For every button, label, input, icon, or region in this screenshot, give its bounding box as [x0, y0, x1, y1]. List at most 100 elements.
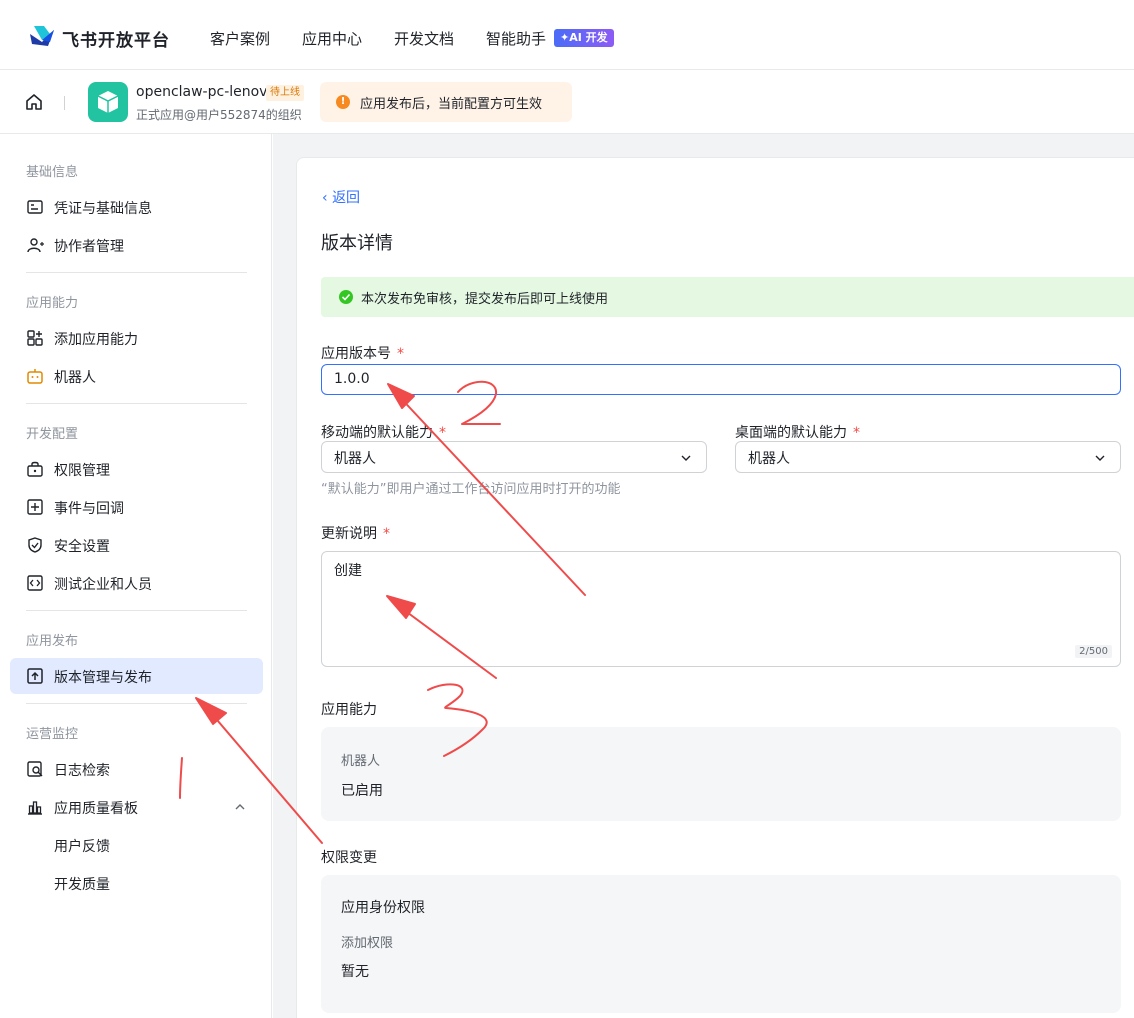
sidebar-section-publish: 应用发布	[26, 634, 79, 649]
sidebar-divider	[26, 703, 247, 704]
code-icon	[27, 575, 43, 591]
sidebar-item-user-feedback[interactable]: 用户反馈	[54, 836, 110, 856]
sidebar-item-label: 测试企业和人员	[54, 577, 152, 593]
sidebar-item-robot[interactable]: 机器人	[10, 358, 263, 394]
user-add-icon	[27, 238, 44, 253]
upload-icon	[27, 668, 43, 684]
mobile-default-select[interactable]: 机器人	[321, 441, 707, 473]
warning-icon: !	[336, 95, 350, 109]
permission-section-title: 权限变更	[321, 850, 377, 866]
desktop-select-value: 机器人	[748, 451, 790, 467]
app-avatar	[88, 82, 128, 122]
notice-text: 应用发布后，当前配置方可生效	[360, 97, 543, 112]
sidebar-item-permissions[interactable]: 权限管理	[10, 451, 263, 487]
sidebar-section-capability: 应用能力	[26, 296, 79, 311]
app-name: openclaw-pc-lenovo	[136, 84, 277, 100]
sidebar-item-version-publish[interactable]: 版本管理与发布	[10, 658, 263, 694]
nav-customer-cases[interactable]: 客户案例	[210, 28, 270, 49]
version-label: 应用版本号 *	[321, 346, 404, 362]
capability-section-title: 应用能力	[321, 702, 377, 718]
page-title: 版本详情	[321, 233, 393, 254]
sidebar-item-quality-board[interactable]: 应用质量看板	[10, 789, 263, 825]
nav-smart-assistant[interactable]: 智能助手	[486, 28, 546, 49]
back-link[interactable]: ‹ 返回	[322, 187, 360, 207]
chevron-up-icon[interactable]	[234, 801, 246, 813]
sidebar-item-label: 事件与回调	[54, 501, 124, 517]
mobile-select-value: 机器人	[334, 451, 376, 467]
sidebar-section-dev-config: 开发配置	[26, 427, 79, 442]
sidebar-item-label: 协作者管理	[54, 239, 124, 255]
sidebar-item-label: 应用质量看板	[54, 801, 138, 817]
permission-add-label: 添加权限	[341, 936, 394, 951]
success-text: 本次发布免审核，提交发布后即可上线使用	[361, 292, 609, 307]
home-icon[interactable]	[24, 92, 44, 112]
nav-dev-docs[interactable]: 开发文档	[394, 28, 454, 49]
bar-chart-icon	[28, 801, 42, 815]
top-navbar: 飞书开放平台 客户案例 应用中心 开发文档 智能助手 ✦AI 开发	[0, 0, 1134, 70]
status-badge: 待上线	[266, 85, 304, 101]
grid-add-icon	[27, 330, 43, 346]
sidebar-section-basic: 基础信息	[26, 165, 79, 180]
check-circle-icon	[339, 290, 353, 304]
sidebar-item-label: 添加应用能力	[54, 332, 138, 348]
required-mark: *	[853, 425, 860, 441]
lock-icon	[27, 461, 43, 477]
platform-logo-text[interactable]: 飞书开放平台	[62, 26, 170, 51]
event-icon	[27, 499, 43, 515]
sidebar-item-dev-quality[interactable]: 开发质量	[54, 874, 110, 894]
publish-notice: ! 应用发布后，当前配置方可生效	[320, 82, 572, 122]
permission-section-name: 应用身份权限	[341, 900, 425, 916]
permission-box: 应用身份权限 添加权限 暂无	[321, 875, 1121, 1013]
required-mark: *	[439, 425, 446, 441]
sidebar-item-add-capability[interactable]: 添加应用能力	[10, 320, 263, 356]
required-mark: *	[397, 346, 404, 362]
version-input-value: 1.0.0	[334, 371, 370, 387]
required-mark: *	[383, 526, 390, 542]
chevron-down-icon	[681, 455, 691, 461]
app-org: 正式应用@用户552874的组织	[136, 108, 302, 122]
desktop-default-label: 桌面端的默认能力 *	[735, 425, 860, 441]
sidebar-item-log-search[interactable]: 日志检索	[10, 751, 263, 787]
capability-name: 机器人	[341, 754, 381, 769]
log-search-icon	[27, 761, 43, 777]
release-notes-value: 创建	[334, 563, 362, 579]
capability-status: 已启用	[341, 783, 383, 799]
default-capability-hint: “默认能力”即用户通过工作台访问应用时打开的功能	[321, 482, 621, 497]
sidebar-divider	[26, 272, 247, 273]
sidebar-item-label: 机器人	[54, 370, 96, 386]
app-header: openclaw-pc-lenovo 待上线 正式应用@用户552874的组织 …	[0, 70, 1134, 134]
nav-app-center[interactable]: 应用中心	[302, 28, 362, 49]
sidebar: 基础信息 凭证与基础信息 协作者管理 应用能力 添加应用能力 机器人 开发配置 …	[0, 134, 272, 1018]
permission-none: 暂无	[341, 964, 369, 980]
sidebar-item-collaborators[interactable]: 协作者管理	[10, 227, 263, 263]
sidebar-item-label: 版本管理与发布	[54, 670, 152, 686]
sidebar-item-security[interactable]: 安全设置	[10, 527, 263, 563]
notes-label: 更新说明 *	[321, 526, 390, 542]
sidebar-item-credentials[interactable]: 凭证与基础信息	[10, 189, 263, 225]
capability-box: 机器人 已启用	[321, 727, 1121, 821]
robot-icon	[27, 369, 43, 384]
ai-dev-badge[interactable]: ✦AI 开发	[554, 29, 614, 47]
credential-icon	[27, 200, 43, 214]
sidebar-divider	[26, 610, 247, 611]
success-alert: 本次发布免审核，提交发布后即可上线使用	[321, 277, 1134, 317]
sidebar-item-label: 安全设置	[54, 539, 110, 555]
sidebar-item-test-enterprise[interactable]: 测试企业和人员	[10, 565, 263, 601]
chevron-left-icon: ‹	[322, 190, 333, 206]
sidebar-item-label: 凭证与基础信息	[54, 201, 152, 217]
chevron-down-icon	[1095, 455, 1105, 461]
feishu-logo-icon[interactable]	[28, 24, 56, 48]
sidebar-item-label: 日志检索	[54, 763, 110, 779]
version-input[interactable]: 1.0.0	[321, 364, 1121, 395]
sidebar-section-monitoring: 运营监控	[26, 727, 79, 742]
desktop-default-select[interactable]: 机器人	[735, 441, 1121, 473]
cube-icon	[97, 91, 119, 113]
char-counter: 2/500	[1075, 645, 1112, 658]
shield-icon	[28, 537, 42, 553]
header-divider	[64, 96, 65, 110]
sidebar-item-label: 权限管理	[54, 463, 110, 479]
sidebar-divider	[26, 403, 247, 404]
back-label: 返回	[332, 190, 361, 206]
release-notes-textarea[interactable]: 创建 2/500	[321, 551, 1121, 667]
sidebar-item-events[interactable]: 事件与回调	[10, 489, 263, 525]
